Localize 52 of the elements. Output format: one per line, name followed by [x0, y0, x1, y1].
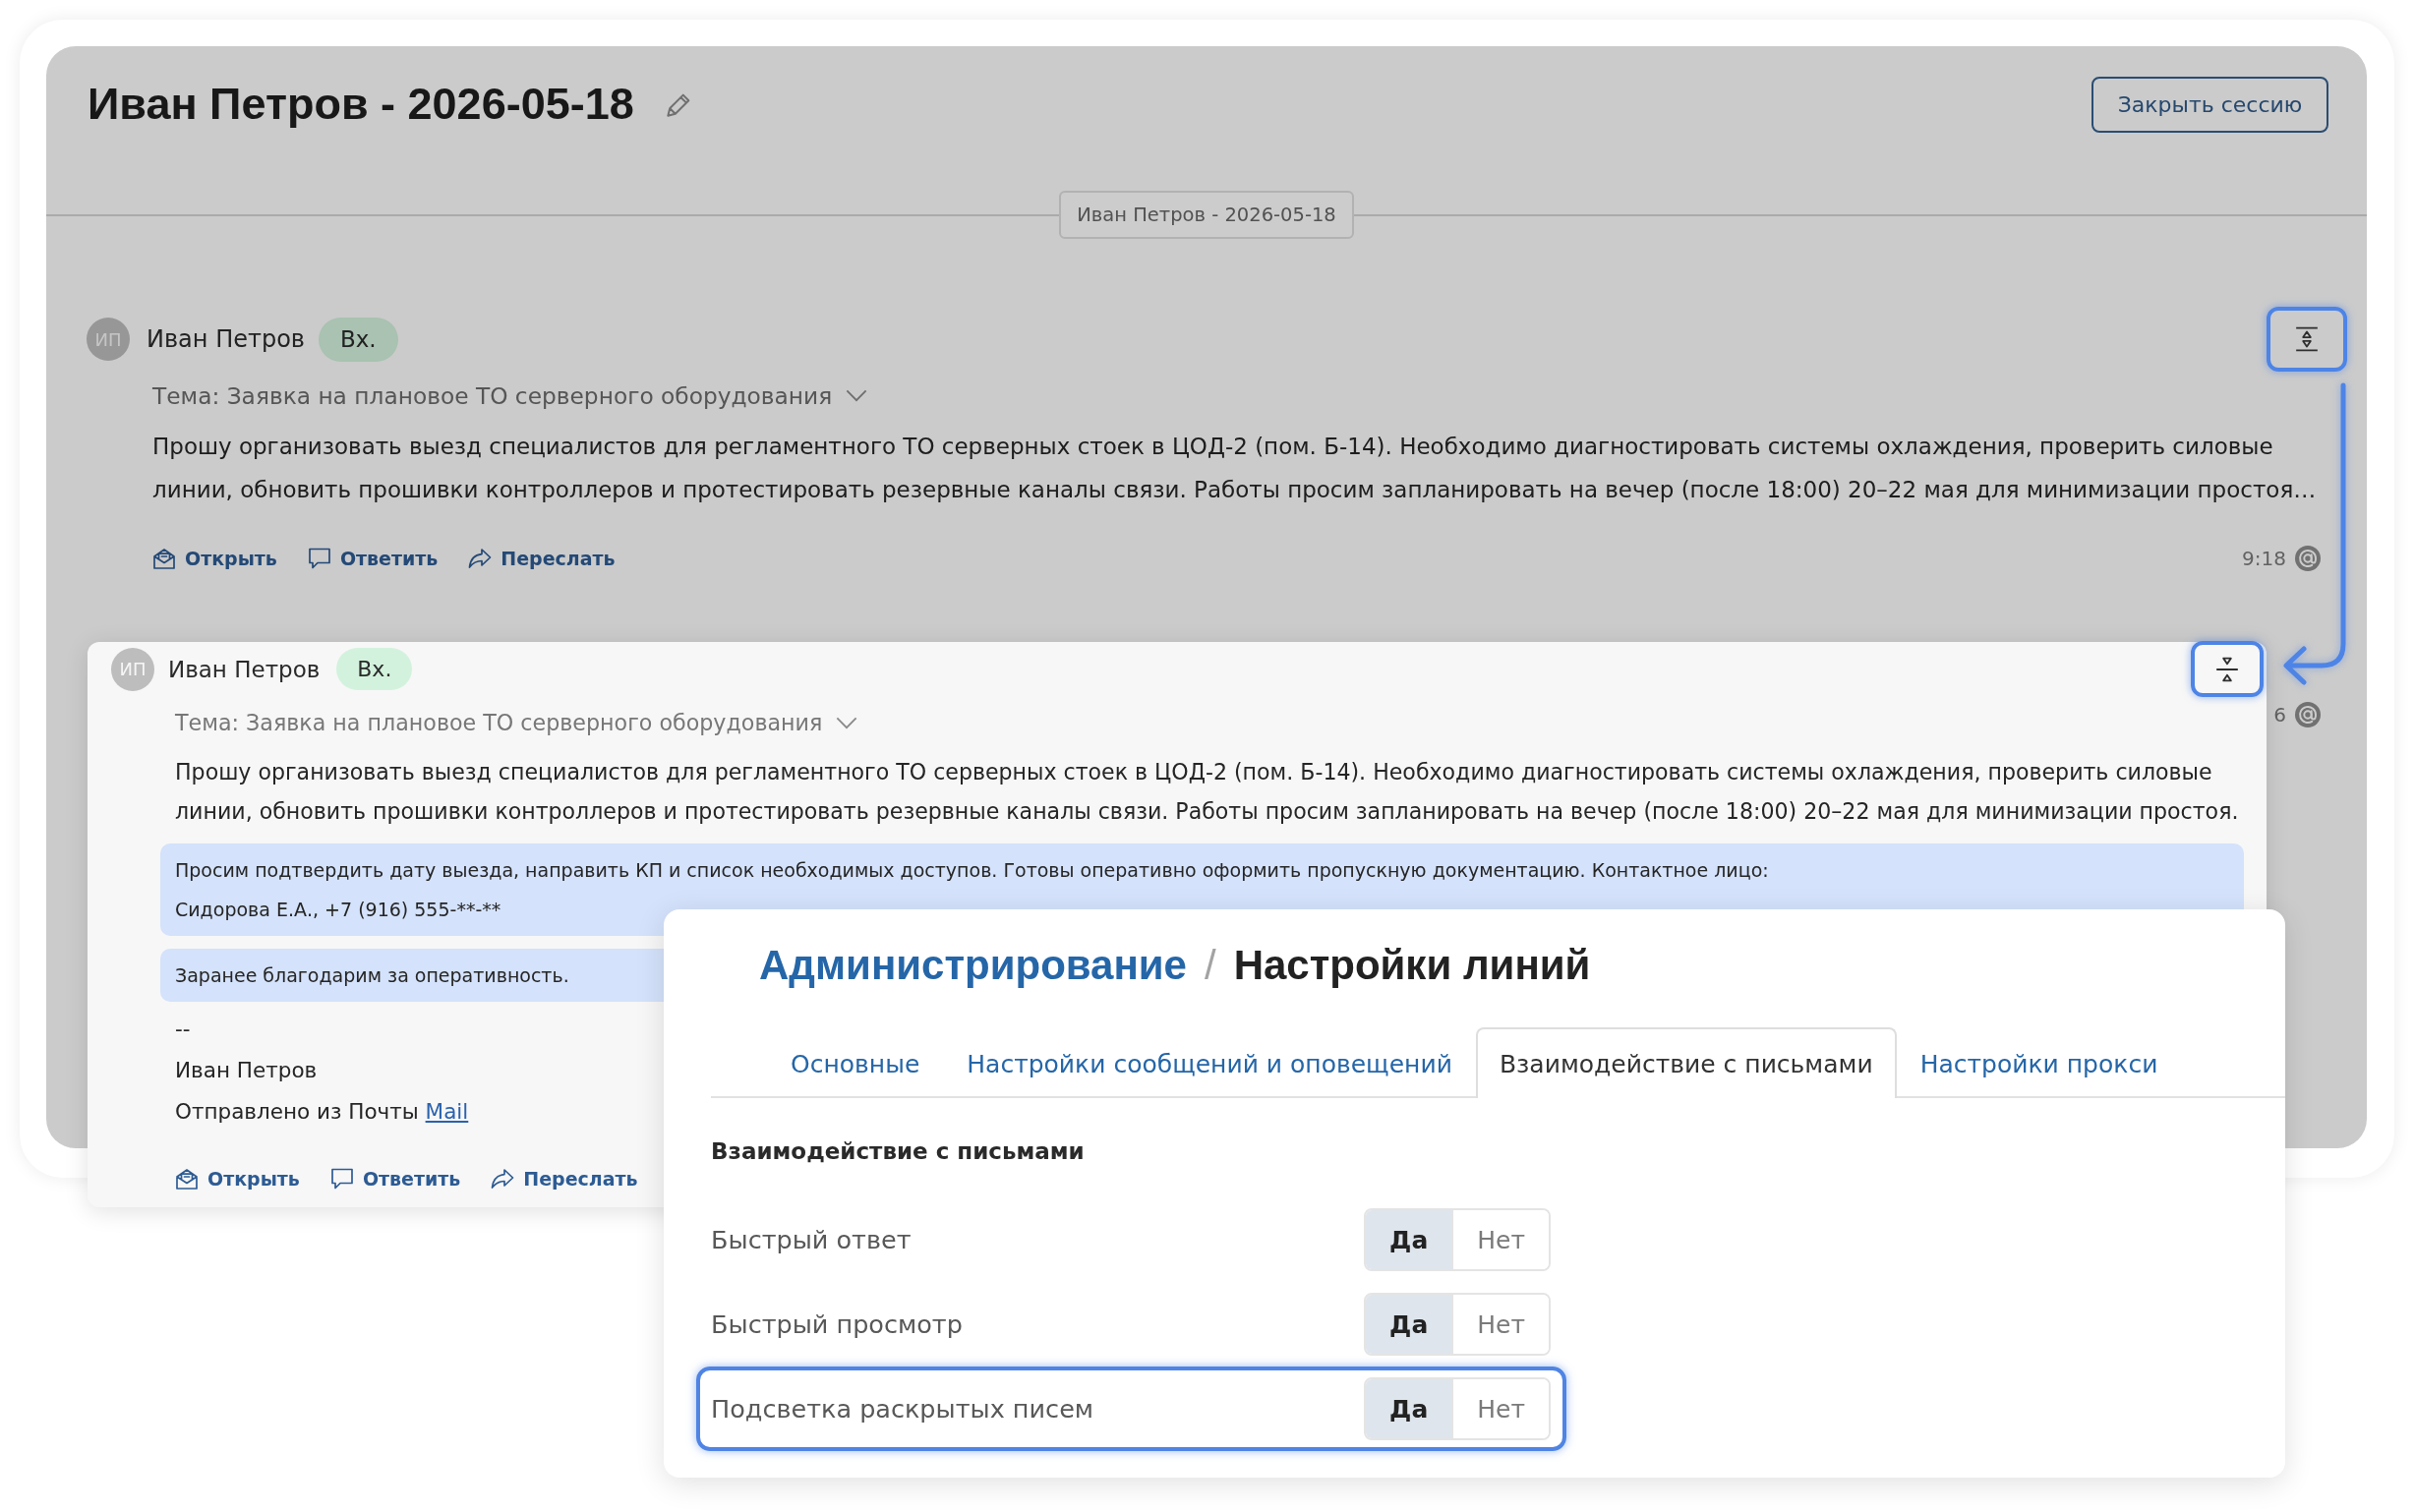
session-title: Иван Петров - 2026-05-18 — [88, 79, 634, 130]
envelope-icon — [175, 1167, 199, 1191]
setting-label: Быстрый просмотр — [711, 1309, 963, 1339]
tab[interactable]: Взаимодействие с письмами — [1475, 1027, 1897, 1098]
tab[interactable]: Основные — [767, 1027, 944, 1098]
close-session-button[interactable]: Закрыть сессию — [2091, 76, 2328, 133]
sender-name: Иван Петров — [168, 656, 321, 682]
chevron-down-icon — [836, 716, 858, 729]
avatar: ИП — [111, 647, 154, 691]
reply-action[interactable]: Ответить — [307, 547, 439, 570]
message-paragraph: Прошу организовать выезд специалистов для регламентного ТО серверных стоек в ЦОД-2 (пом. Б-14). Необходимо диагностировать системы охлаждения, проверить силовые линии, обновить прошивки контроллеров и протестировать резервные каналы связи. Работы просим запланировать на вечер (после 18:00) 20–22 мая для минимизации простоя. — [175, 758, 2240, 826]
switch-option[interactable]: Нет — [1451, 1379, 1549, 1438]
speech-bubble-icon — [307, 547, 331, 570]
message-time: 6 — [2273, 703, 2286, 727]
message-body: Прошу организовать выезд специалистов для регламентного ТО серверных стоек в ЦОД-2 (пом. Б-14). Необходимо диагностировать системы охлаждения, проверить силовые линии, обновить прошивки контроллеров и протестировать резервные каналы связи. Работы просим запланировать на вечер (после 18:00) 20–22 мая для минимизации простоя… — [152, 433, 2318, 504]
reply-action[interactable]: Ответить — [329, 1167, 461, 1191]
direction-tag: Вх. — [336, 648, 413, 690]
share-arrow-icon — [491, 1167, 515, 1191]
share-arrow-icon — [468, 547, 493, 570]
switch-option[interactable]: Да — [1366, 1210, 1452, 1269]
setting-label: Быстрый ответ — [711, 1225, 912, 1254]
switch-option[interactable]: Нет — [1451, 1295, 1549, 1354]
signature-line: Иван Петров — [175, 1057, 318, 1084]
date-divider-label: Иван Петров - 2026-05-18 — [1059, 191, 1354, 239]
signature-line: -- — [175, 1016, 191, 1043]
switch-option[interactable]: Да — [1366, 1379, 1452, 1438]
switch-option[interactable]: Нет — [1451, 1210, 1549, 1269]
direction-tag: Вх. — [319, 317, 398, 362]
switch-option[interactable]: Да — [1366, 1295, 1452, 1354]
mail-link[interactable]: Mail — [425, 1099, 469, 1124]
subject-line: Тема: Заявка на плановое ТО серверного оборудования — [175, 710, 823, 735]
tab[interactable]: Настройки прокси — [1896, 1027, 2182, 1098]
sender-name: Иван Петров — [147, 325, 305, 353]
expand-button[interactable] — [2267, 307, 2347, 372]
collapse-icon — [2214, 656, 2240, 682]
chevron-down-icon — [846, 388, 868, 402]
expand-icon — [2294, 326, 2320, 352]
subject-line: Тема: Заявка на плановое ТО серверного оборудования — [152, 381, 833, 409]
speech-bubble-icon — [329, 1167, 354, 1191]
message-time: 9:18 — [2242, 547, 2286, 570]
collapse-button[interactable] — [2191, 641, 2264, 697]
tab[interactable]: Настройки сообщений и оповещений — [943, 1027, 1476, 1098]
open-action[interactable]: Открыть — [175, 1167, 300, 1191]
open-action[interactable]: Открыть — [152, 547, 277, 570]
setting-label: Подсветка раскрытых писем — [711, 1394, 1094, 1424]
envelope-icon — [152, 547, 176, 570]
forward-action[interactable]: Переслать — [468, 547, 616, 570]
at-sign-icon — [2295, 702, 2321, 727]
section-title: Взаимодействие с письмами — [711, 1137, 1086, 1166]
signature-line: Отправлено из Почты Mail — [175, 1098, 469, 1126]
at-sign-icon — [2295, 546, 2321, 571]
forward-action[interactable]: Переслать — [491, 1167, 638, 1191]
